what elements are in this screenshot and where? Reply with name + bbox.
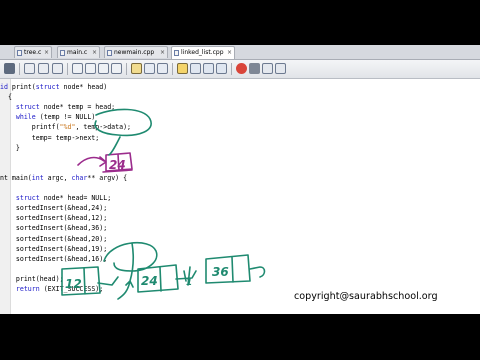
swirl-loop [103, 242, 158, 272]
temp-node-value: 24 [109, 158, 126, 172]
copyright-watermark: copyright@saurabhschool.org [294, 291, 438, 302]
ide-window: tree.c × main.c × newmain.cpp × linked_l… [0, 45, 480, 314]
while-loop-scribble [94, 108, 152, 156]
temp-pointer-arrow [77, 156, 107, 167]
node-connector-1 [97, 276, 119, 286]
pointer-mark-label: 1 [186, 278, 192, 288]
node-value-3: 36 [212, 265, 229, 279]
node-value-1: 12 [65, 277, 82, 291]
node-value-2: 24 [141, 274, 158, 288]
whiteboard-annotations: 24 12 24 36 1 [61, 108, 266, 300]
null-end-mark [249, 266, 266, 278]
